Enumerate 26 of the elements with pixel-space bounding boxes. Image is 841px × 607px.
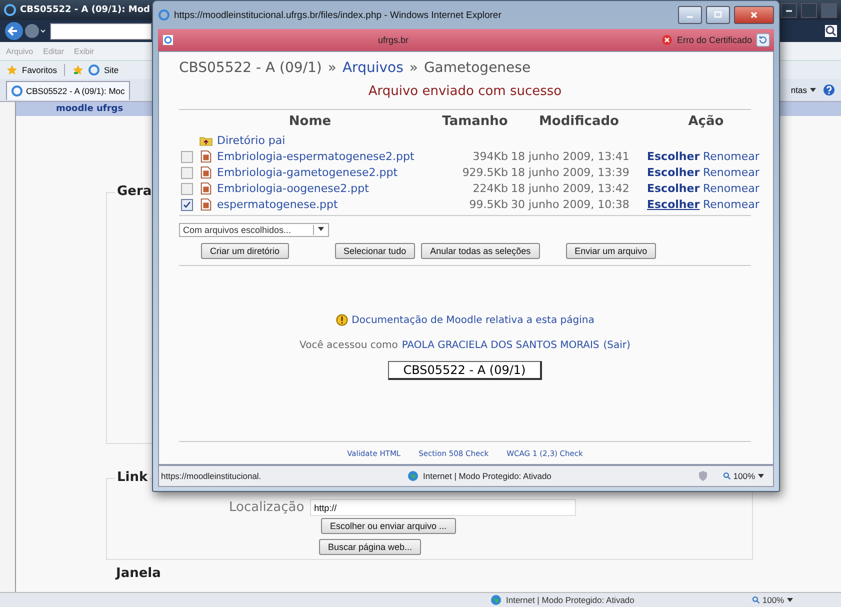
login-info: Você acessou como	[300, 340, 398, 351]
modified-date: 30 junho 2009, 10:38	[511, 198, 630, 211]
security-zone-status: Internet | Modo Protegido: Ativado	[506, 595, 634, 605]
site-logo: moodle ufrgs	[56, 103, 124, 115]
breadcrumb-item: Gametogenese	[424, 60, 531, 76]
file-size: 929.5Kb	[461, 166, 509, 179]
window-title: CBS05522 - A (09/1): Mod	[20, 5, 150, 15]
modified-date: 18 junho 2009, 13:39	[511, 166, 630, 179]
file-size: 394Kb	[472, 150, 509, 163]
column-header: Modificado	[538, 114, 620, 129]
status-url: https://moodleinstitucional.	[160, 471, 262, 481]
column-header: Nome	[288, 114, 332, 129]
file-size: 224Kb	[472, 182, 509, 195]
security-zone-status: Internet | Modo Protegido: Ativado	[423, 471, 552, 481]
breadcrumb-separator: »	[328, 60, 336, 76]
breadcrumb-separator: »	[409, 60, 418, 76]
success-message: Arquivo enviado com sucesso	[367, 84, 563, 99]
file-size: 99.5Kb	[468, 198, 509, 211]
modified-date: 18 junho 2009, 13:42	[511, 182, 630, 195]
location-label: Localização	[229, 500, 304, 515]
modified-date: 18 junho 2009, 13:41	[511, 150, 630, 163]
column-header: Tamanho	[441, 114, 509, 129]
column-header: Ação	[687, 114, 725, 129]
fieldset-legend: Janela	[114, 566, 841, 582]
breadcrumb-item: CBS05522 - A (09/1)	[179, 60, 322, 76]
window-title: https://moodleinstitucional.ufrgs.br/files/index.php - Windows Internet Explorer	[174, 10, 502, 20]
